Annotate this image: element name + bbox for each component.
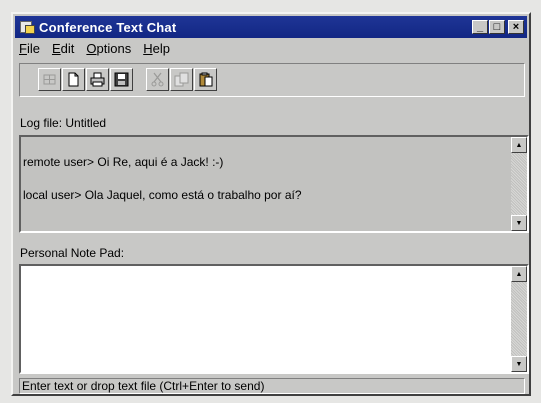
chat-log[interactable]: remote user> Oi Re, aqui é a Jack! :-) l… bbox=[19, 135, 529, 233]
scroll-down-button[interactable]: ▼ bbox=[511, 356, 527, 372]
app-icon bbox=[19, 19, 35, 35]
chat-window: Conference Text Chat _ □ × File Edit Opt… bbox=[11, 12, 531, 396]
window-title: Conference Text Chat bbox=[39, 19, 177, 35]
log-message: remote user> Oi Re, aqui é a Jack! :-) bbox=[23, 155, 224, 169]
cut-icon bbox=[151, 72, 164, 87]
toolbar-button-grid[interactable] bbox=[38, 68, 61, 91]
maximize-button[interactable]: □ bbox=[489, 20, 505, 34]
menu-file[interactable]: File bbox=[19, 41, 40, 59]
menu-edit[interactable]: Edit bbox=[52, 41, 74, 59]
toolbar-button-copy[interactable] bbox=[170, 68, 193, 91]
menu-options[interactable]: Options bbox=[86, 41, 131, 59]
title-bar[interactable]: Conference Text Chat _ □ × bbox=[15, 16, 527, 38]
paste-icon bbox=[199, 72, 213, 87]
toolbar-button-new[interactable] bbox=[62, 68, 85, 91]
log-message: local user> Ola Jaquel, como está o trab… bbox=[23, 188, 302, 202]
new-document-icon bbox=[68, 72, 79, 87]
scroll-up-button[interactable]: ▲ bbox=[511, 266, 527, 282]
print-icon bbox=[90, 72, 105, 87]
scroll-down-button[interactable]: ▼ bbox=[511, 215, 527, 231]
menu-bar: File Edit Options Help bbox=[19, 41, 170, 59]
toolbar-button-cut[interactable] bbox=[146, 68, 169, 91]
grid-icon bbox=[43, 74, 56, 85]
toolbar bbox=[19, 63, 525, 97]
toolbar-button-paste[interactable] bbox=[194, 68, 217, 91]
log-file-label: Log file: Untitled bbox=[20, 116, 107, 130]
save-disk-icon bbox=[114, 72, 129, 87]
note-pad-label: Personal Note Pad: bbox=[20, 246, 125, 260]
scroll-up-button[interactable]: ▲ bbox=[511, 137, 527, 153]
log-scrollbar[interactable]: ▲ ▼ bbox=[511, 137, 527, 231]
note-scrollbar[interactable]: ▲ ▼ bbox=[511, 266, 527, 372]
toolbar-button-print[interactable] bbox=[86, 68, 109, 91]
copy-icon bbox=[174, 72, 189, 87]
status-bar: Enter text or drop text file (Ctrl+Enter… bbox=[19, 378, 525, 394]
minimize-button[interactable]: _ bbox=[472, 20, 488, 34]
toolbar-button-save[interactable] bbox=[110, 68, 133, 91]
menu-help[interactable]: Help bbox=[143, 41, 170, 59]
note-pad-input[interactable]: ▲ ▼ bbox=[19, 264, 529, 374]
close-button[interactable]: × bbox=[508, 20, 524, 34]
